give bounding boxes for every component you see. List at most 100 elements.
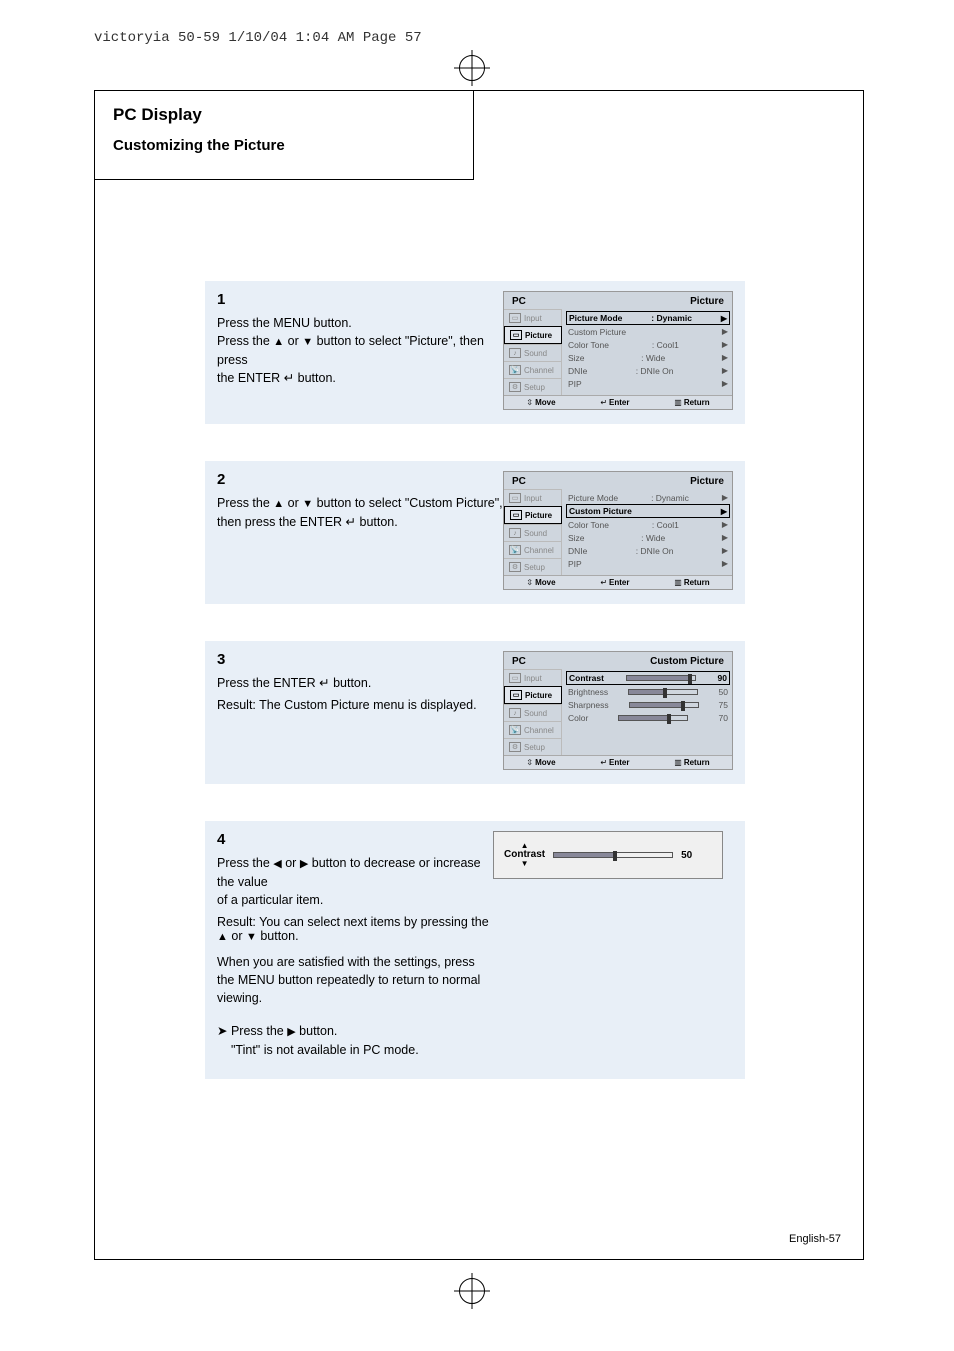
- sidebar-item-input: ▭Input: [504, 489, 562, 506]
- osd-sidebar: ▭Input ▭Picture ♪Sound 📡Channel ⚙Setup: [504, 669, 562, 755]
- step-2: 2 Press the ▲ or ▼ button to select "Cus…: [205, 461, 745, 604]
- osd-row: Custom Picture▶: [568, 325, 728, 338]
- contrast-popup: ▲ Contrast ▼ 50: [493, 831, 723, 879]
- step4-tail: When you are satisfied with the settings…: [217, 953, 493, 1007]
- step1-line3b: button.: [294, 371, 336, 385]
- osd-row: Picture Mode: Dynamic▶: [566, 311, 730, 325]
- right-arrow-icon: ▶: [300, 858, 308, 870]
- step4-result-a: Result: You can select next items by pre…: [217, 915, 489, 929]
- step2-line1a: Press the: [217, 496, 273, 510]
- down-arrow-icon: ▼: [302, 336, 313, 348]
- step2-line1b: or: [284, 496, 302, 510]
- step1-line2a: Press the: [217, 334, 273, 348]
- sidebar-item-setup: ⚙Setup: [504, 738, 562, 755]
- sidebar-item-sound: ♪Sound: [504, 344, 562, 361]
- step-number: 1: [217, 291, 225, 308]
- enter-icon: ↵: [600, 578, 607, 587]
- step-number: 4: [217, 831, 225, 848]
- osd-menu-3: PC Custom Picture ▭Input ▭Picture ♪Sound…: [503, 651, 733, 770]
- step4-line1b: or: [282, 856, 300, 870]
- step4-result-c: button.: [257, 929, 299, 943]
- up-arrow-icon: ▲: [273, 336, 284, 348]
- osd-row: Contrast90: [566, 671, 730, 685]
- osd-row: PIP▶: [568, 557, 728, 570]
- enter-icon: ↵: [600, 398, 607, 407]
- osd-footer: ⇳Move ↵Enter ▥Return: [504, 395, 732, 409]
- step2-line2b: button.: [356, 515, 398, 529]
- step2-line1c: button to select "Custom Picture",: [313, 496, 503, 510]
- osd-row: Size: Wide▶: [568, 351, 728, 364]
- osd-footer: ⇳Move ↵Enter ▥Return: [504, 575, 732, 589]
- osd-row: Custom Picture▶: [566, 504, 730, 518]
- title-box: PC Display Customizing the Picture: [94, 90, 474, 180]
- note-icon: ➤: [217, 1024, 231, 1038]
- osd-sidebar: ▭Input ▭Picture ♪Sound 📡Channel ⚙Setup: [504, 309, 562, 395]
- osd-section-label: Picture: [690, 476, 724, 487]
- step4-note-c: "Tint" is not available in PC mode.: [231, 1043, 419, 1057]
- contrast-value: 50: [681, 850, 692, 861]
- left-arrow-icon: ◀: [273, 858, 281, 870]
- return-icon: ▥: [674, 398, 682, 407]
- sidebar-item-picture: ▭Picture: [504, 686, 562, 704]
- step3-line1b: button.: [330, 676, 372, 690]
- osd-section-label: Picture: [690, 296, 724, 307]
- step-1: 1 Press the MENU button. Press the ▲ or …: [205, 281, 745, 424]
- osd-row: Color70: [568, 711, 728, 724]
- sidebar-item-picture: ▭Picture: [504, 326, 562, 344]
- sidebar-item-picture: ▭Picture: [504, 506, 562, 524]
- osd-footer: ⇳Move ↵Enter ▥Return: [504, 755, 732, 769]
- step3-result: Result: The Custom Picture menu is displ…: [217, 698, 503, 712]
- move-icon: ⇳: [526, 398, 533, 407]
- step1-line1: Press the MENU button.: [217, 316, 352, 330]
- step2-line2a: then press the ENTER: [217, 515, 346, 529]
- osd-main: Picture Mode: Dynamic▶ Custom Picture▶ C…: [562, 309, 732, 395]
- right-arrow-icon: ▶: [287, 1026, 295, 1038]
- step4-line2: of a particular item.: [217, 893, 323, 907]
- enter-icon: ↵: [346, 515, 356, 529]
- step-number: 3: [217, 651, 225, 668]
- registration-mark: [459, 1278, 485, 1304]
- osd-section-label: Custom Picture: [650, 656, 724, 667]
- osd-main: Contrast90 Brightness50 Sharpness75 Colo…: [562, 669, 732, 755]
- osd-row: PIP▶: [568, 377, 728, 390]
- step-3: 3 Press the ENTER ↵ button. Result: The …: [205, 641, 745, 784]
- move-icon: ⇳: [526, 758, 533, 767]
- step1-line2b: or: [284, 334, 302, 348]
- osd-source-label: PC: [512, 476, 526, 487]
- sidebar-item-channel: 📡Channel: [504, 361, 562, 378]
- osd-row: Sharpness75: [568, 698, 728, 711]
- sidebar-item-channel: 📡Channel: [504, 541, 562, 558]
- page-subtitle: Customizing the Picture: [113, 137, 455, 154]
- step1-line3a: the ENTER: [217, 371, 284, 385]
- document-page: PC Display Customizing the Picture 1 Pre…: [94, 90, 864, 1260]
- step-number: 2: [217, 471, 225, 488]
- osd-row: Brightness50: [568, 685, 728, 698]
- sidebar-item-setup: ⚙Setup: [504, 558, 562, 575]
- sidebar-item-sound: ♪Sound: [504, 524, 562, 541]
- osd-row: Size: Wide▶: [568, 531, 728, 544]
- osd-main: Picture Mode: Dynamic▶ Custom Picture▶ C…: [562, 489, 732, 575]
- sidebar-item-channel: 📡Channel: [504, 721, 562, 738]
- osd-row: Color Tone: Cool1▶: [568, 338, 728, 351]
- registration-mark: [459, 55, 485, 81]
- page-title: PC Display: [113, 105, 455, 125]
- osd-row: DNIe: DNIe On▶: [568, 364, 728, 377]
- step3-line1a: Press the ENTER: [217, 676, 319, 690]
- osd-menu-1: PC Picture ▭Input ▭Picture ♪Sound 📡Chann…: [503, 291, 733, 410]
- osd-row: DNIe: DNIe On▶: [568, 544, 728, 557]
- prepress-header: victoryia 50-59 1/10/04 1:04 AM Page 57: [94, 30, 422, 46]
- return-icon: ▥: [674, 578, 682, 587]
- step4-line1a: Press the: [217, 856, 273, 870]
- move-icon: ⇳: [526, 578, 533, 587]
- step4-note-b: button.: [296, 1024, 338, 1038]
- up-arrow-icon: ▲: [273, 498, 284, 510]
- return-icon: ▥: [674, 758, 682, 767]
- sidebar-item-setup: ⚙Setup: [504, 378, 562, 395]
- enter-icon: ↵: [319, 676, 329, 690]
- osd-menu-2: PC Picture ▭Input ▭Picture ♪Sound 📡Chann…: [503, 471, 733, 590]
- down-arrow-icon: ▼: [246, 931, 257, 943]
- osd-source-label: PC: [512, 296, 526, 307]
- down-arrow-icon: ▼: [302, 498, 313, 510]
- sidebar-item-input: ▭Input: [504, 669, 562, 686]
- up-arrow-icon: ▲: [217, 931, 228, 943]
